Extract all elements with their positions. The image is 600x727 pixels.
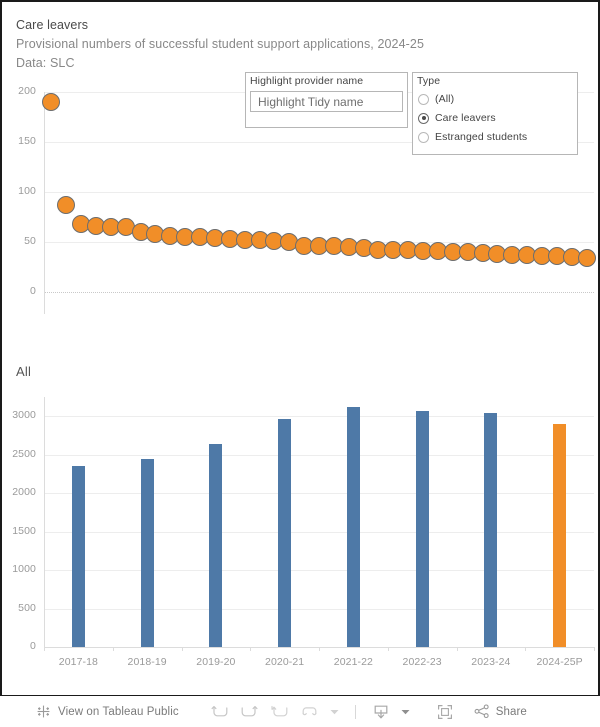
scatter-point[interactable] xyxy=(577,249,596,267)
x-axis-tick xyxy=(112,647,114,651)
scatter-point[interactable] xyxy=(57,196,76,214)
share-label: Share xyxy=(495,705,527,718)
revert-icon xyxy=(301,705,318,719)
y-axis-tick-label: 500 xyxy=(18,601,36,614)
undo-button[interactable] xyxy=(205,699,235,725)
bar[interactable] xyxy=(553,423,567,647)
bar[interactable] xyxy=(484,413,498,647)
x-axis-tick xyxy=(44,647,45,651)
tableau-dashboard: Care leavers Provisional numbers of succ… xyxy=(0,0,600,727)
tableau-toolbar: View on Tableau Public Share xyxy=(0,695,600,727)
x-axis-tick xyxy=(525,647,527,651)
page-subtitle: Provisional numbers of successful studen… xyxy=(16,37,425,51)
type-option-all[interactable]: (All) xyxy=(418,93,454,105)
x-axis-tick xyxy=(319,647,320,651)
y-axis-line xyxy=(44,92,45,314)
bar[interactable] xyxy=(71,466,85,647)
type-option-label: Care leavers xyxy=(435,112,496,124)
chevron-down-icon xyxy=(330,709,339,715)
y-axis-line xyxy=(44,397,45,647)
highlight-search-box[interactable] xyxy=(250,91,429,112)
zero-line xyxy=(44,292,594,293)
bar-chart-all-years: 0 500 1000 1500 2000 2500 3000 2017-18 2018-19 20… xyxy=(2,387,600,687)
x-axis-tick-label: 2024-25P xyxy=(536,656,583,668)
type-option-estranged-students[interactable]: Estranged students xyxy=(418,131,527,143)
bar-section-label: All xyxy=(16,364,32,379)
toolbar-buttons: Share xyxy=(205,699,527,725)
radio-icon xyxy=(418,93,429,105)
y-axis-tick-label: 3000 xyxy=(12,409,36,422)
x-axis-tick-label: 2021-22 xyxy=(333,656,373,668)
y-axis-tick-label: 1500 xyxy=(12,524,36,537)
type-option-label: (All) xyxy=(435,93,455,105)
redo-icon xyxy=(241,705,258,719)
chevron-down-icon xyxy=(401,709,410,715)
y-axis-tick-label: 100 xyxy=(18,185,36,197)
view-on-tableau-public-label: View on Tableau Public xyxy=(58,705,179,718)
share-icon xyxy=(474,704,490,719)
toolbar-divider xyxy=(354,704,356,719)
share-button[interactable]: Share xyxy=(474,704,527,719)
bar[interactable] xyxy=(140,458,154,647)
download-icon xyxy=(373,704,389,720)
y-axis-tick-label: 1000 xyxy=(12,563,36,576)
revert-dropdown[interactable] xyxy=(325,699,345,725)
data-source: Data: SLC xyxy=(16,56,75,70)
redo-button[interactable] xyxy=(235,699,265,725)
bar[interactable] xyxy=(209,443,223,647)
x-axis-tick-label: 2022-23 xyxy=(402,656,442,668)
y-axis-tick-label: 2000 xyxy=(12,486,36,499)
gridline xyxy=(44,493,594,495)
reset-button[interactable] xyxy=(265,699,295,725)
gridline xyxy=(44,608,594,610)
y-axis-tick-label: 2500 xyxy=(12,447,36,460)
y-axis-tick-label: 50 xyxy=(24,235,36,247)
x-axis-tick-label: 2023-24 xyxy=(471,656,511,668)
radio-icon xyxy=(418,131,429,143)
download-button[interactable] xyxy=(366,699,396,725)
x-axis-tick xyxy=(594,647,595,651)
revert-button[interactable] xyxy=(295,699,325,725)
bar[interactable] xyxy=(346,407,360,647)
view-on-tableau-public-link[interactable]: View on Tableau Public xyxy=(36,704,179,719)
x-axis-tick xyxy=(181,647,183,651)
gridline xyxy=(44,416,594,418)
y-axis-tick-label: 0 xyxy=(30,285,36,297)
title-block: Care leavers Provisional numbers of succ… xyxy=(16,16,576,73)
gridline xyxy=(44,192,594,193)
fullscreen-icon xyxy=(437,704,453,720)
page-title: Care leavers xyxy=(16,18,89,32)
highlight-provider-filter-title: Highlight provider name xyxy=(250,75,364,87)
x-axis-tick xyxy=(387,647,389,651)
bar[interactable] xyxy=(278,418,292,647)
type-option-care-leavers[interactable]: Care leavers xyxy=(418,112,496,124)
reset-icon xyxy=(271,705,288,719)
x-axis-tick xyxy=(250,647,252,651)
x-axis-tick-label: 2019-20 xyxy=(196,656,236,668)
type-option-label: Estranged students xyxy=(435,131,528,143)
x-axis-tick-label: 2017-18 xyxy=(58,656,98,668)
y-axis-tick-label: 150 xyxy=(18,135,36,147)
download-dropdown[interactable] xyxy=(396,699,416,725)
type-filter-title: Type xyxy=(417,75,441,87)
y-axis-tick-label: 200 xyxy=(18,85,36,97)
scatter-point[interactable] xyxy=(42,93,61,111)
fullscreen-button[interactable] xyxy=(430,699,460,725)
x-axis-tick-label: 2020-21 xyxy=(265,656,305,668)
gridline xyxy=(44,454,594,456)
undo-icon xyxy=(211,705,228,719)
gridline xyxy=(44,531,594,533)
gridline xyxy=(44,570,594,572)
viz-frame: Care leavers Provisional numbers of succ… xyxy=(0,0,600,695)
x-axis-tick xyxy=(456,647,458,651)
tableau-logo-icon xyxy=(36,704,51,719)
radio-icon xyxy=(418,112,429,124)
bar[interactable] xyxy=(415,410,429,647)
search-input[interactable] xyxy=(258,94,413,109)
x-axis-tick-label: 2018-19 xyxy=(127,656,167,668)
y-axis-tick-label: 0 xyxy=(30,640,36,652)
